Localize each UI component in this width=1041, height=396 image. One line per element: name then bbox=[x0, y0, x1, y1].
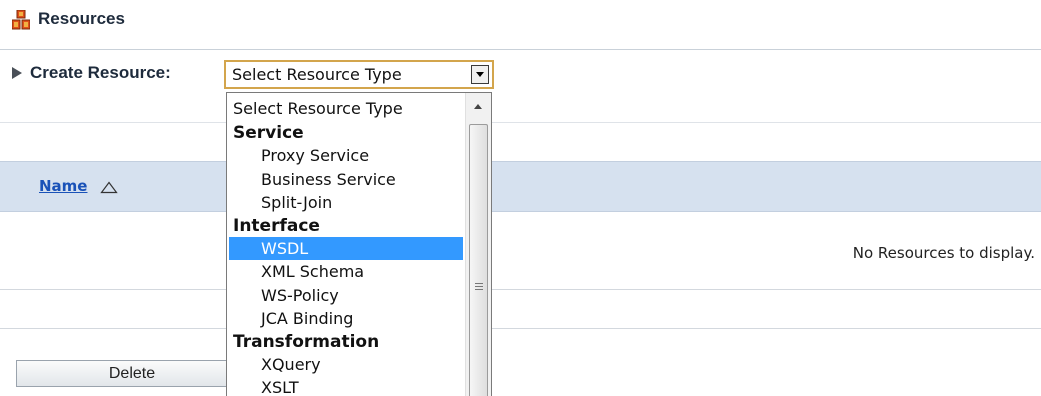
resource-type-select-value: Select Resource Type bbox=[232, 65, 402, 84]
resources-icon bbox=[12, 10, 30, 30]
page-title: Resources bbox=[38, 9, 125, 28]
divider bbox=[0, 122, 1041, 123]
dropdown-toggle-button[interactable] bbox=[471, 65, 489, 84]
divider bbox=[0, 289, 1041, 290]
grip-icon bbox=[475, 283, 483, 293]
header-divider bbox=[0, 49, 1041, 50]
sort-ascending-icon[interactable] bbox=[100, 181, 118, 194]
resource-type-select[interactable]: Select Resource Type bbox=[224, 60, 494, 89]
scrollbar-thumb[interactable] bbox=[469, 124, 488, 396]
dropdown-option-group: Interface bbox=[233, 215, 320, 236]
dropdown-options: Select Resource Type Service Proxy Service… bbox=[229, 96, 463, 396]
divider bbox=[0, 328, 1041, 329]
table-header bbox=[0, 161, 1041, 212]
scrollbar[interactable] bbox=[465, 93, 491, 396]
dropdown-option[interactable]: Select Resource Type bbox=[229, 96, 463, 122]
dropdown-option[interactable]: Split-Join bbox=[229, 191, 463, 215]
empty-table-message: No Resources to display. bbox=[852, 244, 1035, 262]
scroll-up-arrow-icon[interactable] bbox=[474, 104, 482, 109]
dropdown-option-group: Service bbox=[233, 123, 304, 143]
delete-button[interactable]: Delete bbox=[16, 360, 248, 387]
dropdown-option[interactable]: WSDL bbox=[229, 236, 463, 260]
dropdown-option-group: Transformation bbox=[233, 331, 380, 352]
column-header-name[interactable]: Name bbox=[39, 177, 87, 195]
dropdown-option[interactable]: XQuery bbox=[229, 353, 463, 377]
dropdown-option[interactable]: XSLT bbox=[229, 376, 463, 396]
expand-arrow-icon[interactable] bbox=[12, 67, 22, 79]
dropdown-option[interactable]: JCA Binding bbox=[229, 307, 463, 331]
dropdown-option[interactable]: XML Schema bbox=[229, 260, 463, 284]
dropdown-option[interactable]: Proxy Service bbox=[229, 144, 463, 168]
chevron-down-icon bbox=[476, 72, 484, 77]
dropdown-option[interactable]: WS-Policy bbox=[229, 284, 463, 308]
resource-type-dropdown-list[interactable]: Select Resource Type Service Proxy Service… bbox=[226, 92, 492, 396]
dropdown-option[interactable]: Business Service bbox=[229, 168, 463, 192]
create-resource-label: Create Resource: bbox=[30, 63, 171, 82]
